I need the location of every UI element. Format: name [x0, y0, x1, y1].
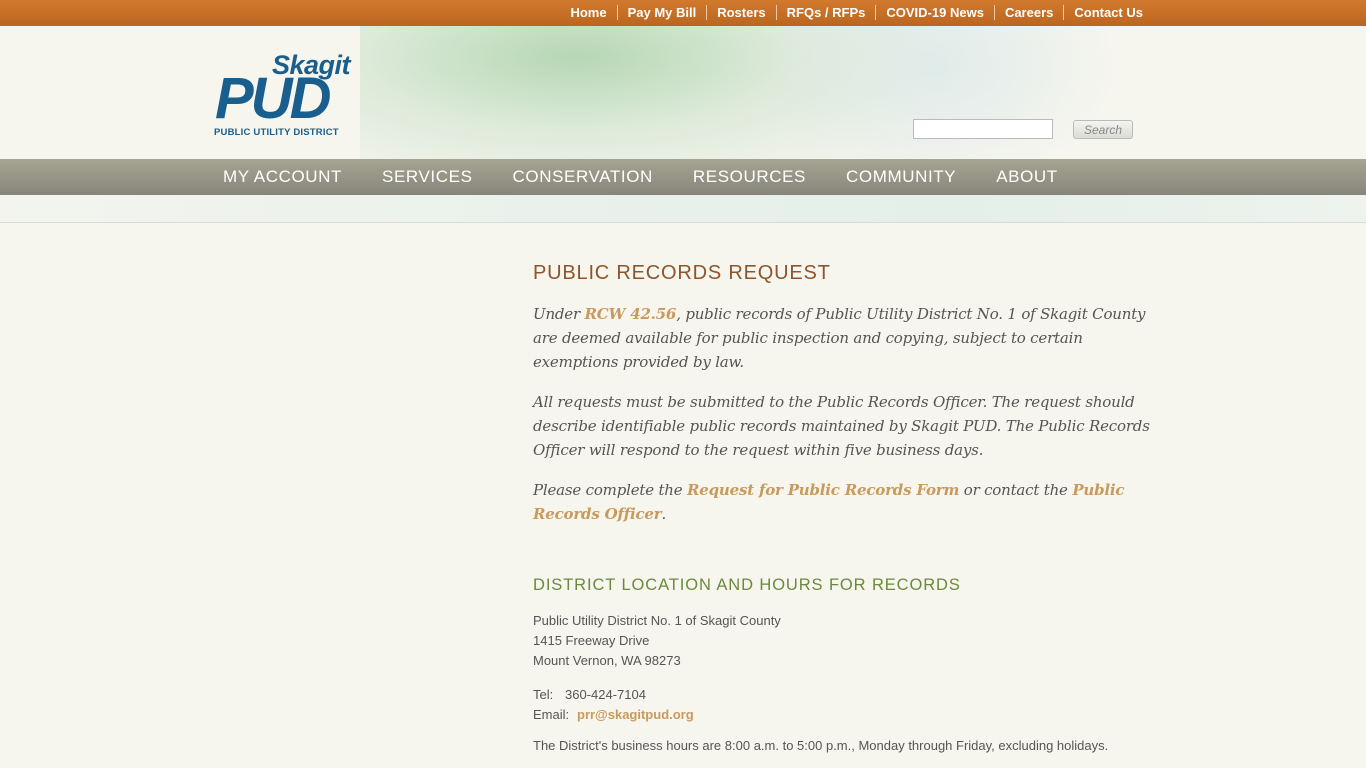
address-line-1: Public Utility District No. 1 of Skagit …	[533, 613, 781, 628]
email-link[interactable]: prr@skagitpud.org	[577, 707, 694, 722]
top-nav-rosters[interactable]: Rosters	[706, 5, 775, 20]
main-nav-conservation[interactable]: CONSERVATION	[493, 159, 673, 195]
header-decoration-secondary	[760, 26, 1120, 159]
main-nav-resources[interactable]: RESOURCES	[673, 159, 826, 195]
tel-value: 360-424-7104	[565, 687, 646, 702]
search-button[interactable]: Search	[1073, 120, 1133, 139]
page-title: PUBLIC RECORDS REQUEST	[533, 262, 831, 284]
intro-paragraph: Under RCW 42.56, public records of Publi…	[533, 305, 1146, 371]
business-hours: The District's business hours are 8:00 a…	[533, 738, 1109, 753]
top-nav-covid-news[interactable]: COVID-19 News	[875, 5, 994, 20]
address-line-2: 1415 Freeway Drive	[533, 633, 650, 648]
email-row: Email: prr@skagitpud.org	[533, 705, 1158, 725]
district-address: Public Utility District No. 1 of Skagit …	[533, 611, 1158, 671]
email-label: Email:	[533, 707, 570, 722]
main-nav: MY ACCOUNT SERVICES CONSERVATION RESOURC…	[0, 159, 1366, 195]
site-header: Skagit PUD PUBLIC UTILITY DISTRICT Searc…	[0, 26, 1366, 159]
logo-word-pud: PUD	[215, 66, 331, 131]
decorative-band	[0, 195, 1366, 223]
address-line-3: Mount Vernon, WA 98273	[533, 653, 681, 668]
logo-tagline: PUBLIC UTILITY DISTRICT	[214, 127, 339, 138]
instructions-paragraph: Please complete the Request for Public R…	[533, 481, 1125, 523]
main-content: PUBLIC RECORDS REQUEST Under RCW 42.56, …	[533, 262, 1158, 753]
main-nav-my-account[interactable]: MY ACCOUNT	[203, 159, 362, 195]
tel-label: Tel:	[533, 687, 554, 702]
location-hours-title: DISTRICT LOCATION AND HOURS FOR RECORDS	[533, 576, 961, 594]
top-nav-contact-us[interactable]: Contact Us	[1063, 5, 1143, 20]
main-nav-community[interactable]: COMMUNITY	[826, 159, 976, 195]
top-utility-bar: Home Pay My Bill Rosters RFQs / RFPs COV…	[0, 0, 1366, 26]
top-nav-home[interactable]: Home	[560, 5, 616, 20]
main-nav-services[interactable]: SERVICES	[362, 159, 492, 195]
request-form-link[interactable]: Request for Public Records Form	[687, 481, 959, 499]
search-input[interactable]	[913, 119, 1053, 139]
skagit-pud-logo[interactable]: Skagit PUD PUBLIC UTILITY DISTRICT	[213, 50, 358, 142]
requests-paragraph: All requests must be submitted to the Pu…	[533, 393, 1150, 459]
tel-row: Tel: 360-424-7104	[533, 685, 1158, 705]
contact-info: Tel: 360-424-7104 Email: prr@skagitpud.org	[533, 685, 1158, 725]
top-nav-rfqs-rfps[interactable]: RFQs / RFPs	[775, 5, 876, 20]
main-nav-about[interactable]: ABOUT	[976, 159, 1078, 195]
top-nav-careers[interactable]: Careers	[993, 5, 1063, 20]
top-nav: Home Pay My Bill Rosters RFQs / RFPs COV…	[560, 5, 1143, 20]
rcw-link[interactable]: RCW 42.56	[585, 305, 677, 323]
top-nav-pay-my-bill[interactable]: Pay My Bill	[616, 5, 707, 20]
